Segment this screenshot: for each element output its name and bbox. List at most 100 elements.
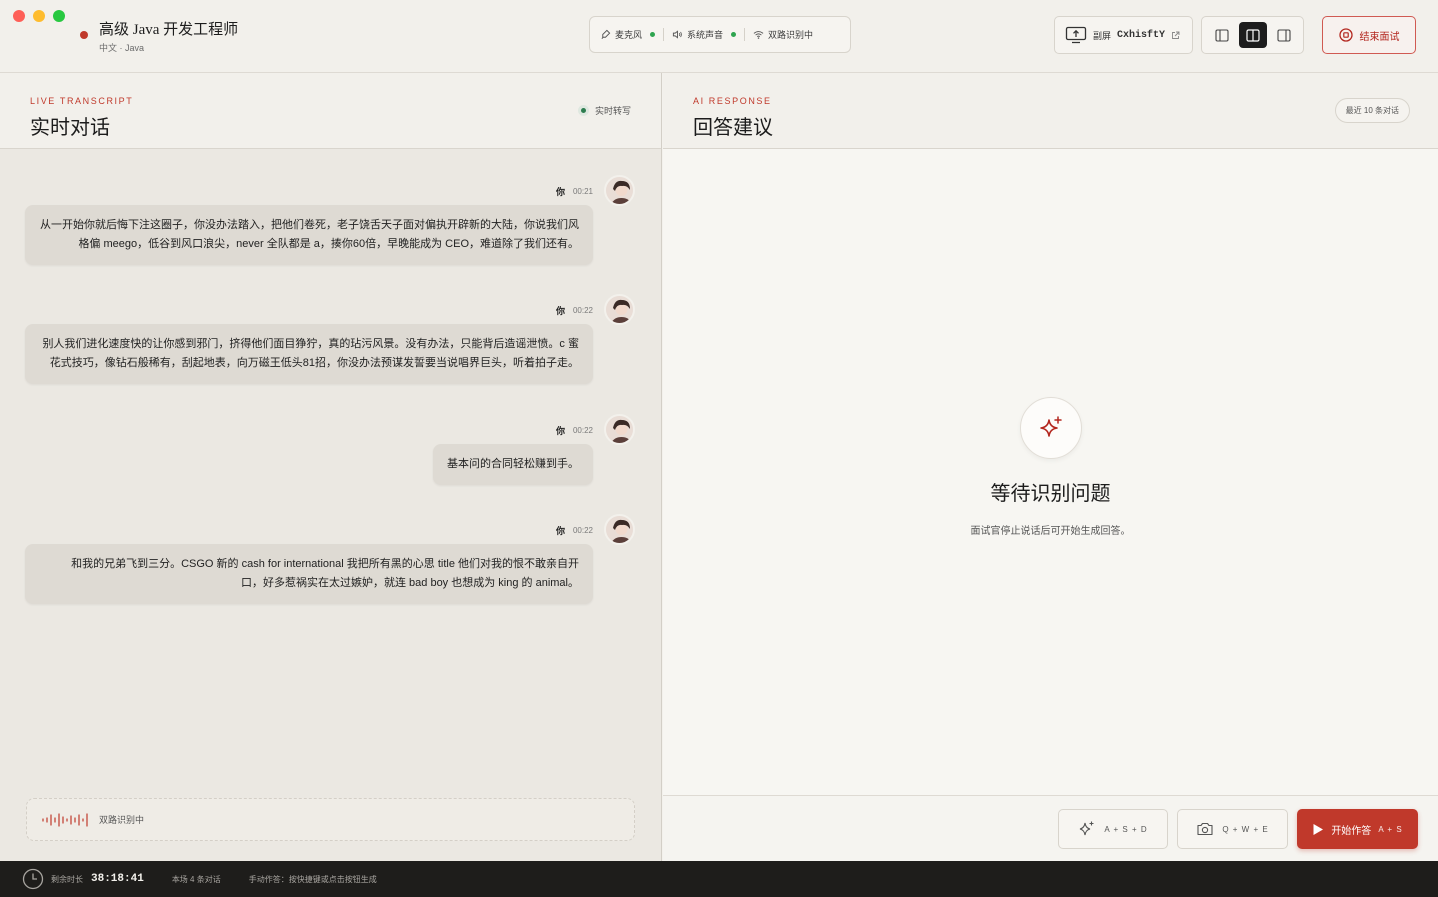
- start-answer-shortcut: A + S: [1378, 824, 1403, 834]
- user-avatar-icon: [606, 516, 633, 543]
- avatar[interactable]: [604, 294, 635, 325]
- play-icon: [1313, 823, 1324, 835]
- ai-response-title: 回答建议: [693, 117, 773, 139]
- message-speaker: 你: [555, 526, 565, 536]
- message-line: 别人我们进化速度快的让你感到邪门，挤得他们面目狰狞，真的玷污风景。没有办法，只能…: [42, 338, 579, 350]
- split-view-icon: [1245, 28, 1260, 42]
- message-bubble: 和我的兄弟飞到三分。CSGO 新的 cash for international…: [25, 544, 593, 604]
- remaining-timer: 38:18:41: [91, 873, 144, 885]
- ai-assist-button[interactable]: A + S + D: [1058, 809, 1168, 849]
- avatar[interactable]: [604, 414, 635, 445]
- remaining-label: 剩余时长: [51, 874, 83, 884]
- conversation-count: 本场 4 条对话: [171, 874, 221, 884]
- layout-right-panel-button[interactable]: [1270, 22, 1298, 48]
- screenshot-button[interactable]: Q + W + E: [1177, 809, 1288, 849]
- mic-status: 麦克风: [600, 28, 656, 41]
- message-meta: 你 00:21: [556, 185, 593, 198]
- transcript-title: 实时对话: [30, 117, 110, 139]
- ai-response-eyebrow: AI RESPONSE: [693, 96, 772, 106]
- start-answer-button[interactable]: 开始作答 A + S: [1297, 809, 1418, 849]
- audio-status-group: 麦克风 系统声音 双路识别中: [589, 16, 851, 53]
- message-line: 和我的兄弟飞到三分。CSGO 新的 cash for international…: [71, 558, 579, 570]
- message-line: 花式技巧，像钻石般稀有，刮起地表，向万磁王低头81招，你没办法预谋发誓要当说唱界…: [49, 357, 579, 369]
- title-bar: 高级 Java 开发工程师 中文 · Java 麦克风 系统声音 双路识别中 副…: [0, 0, 1438, 73]
- microphone-icon: [601, 29, 611, 39]
- message-time: 00:22: [572, 426, 593, 435]
- waiting-title: 等待识别问题: [990, 483, 1111, 505]
- sparkle-icon: [1080, 821, 1094, 836]
- sidebar-left-icon: [1214, 28, 1229, 42]
- avatar[interactable]: [604, 175, 635, 206]
- message-bubble: 别人我们进化速度快的让你感到邪门，挤得他们面目狰狞，真的玷污风景。没有办法，只能…: [25, 324, 593, 384]
- message-time: 00:22: [572, 306, 593, 315]
- recognition-bar: 双路识别中: [26, 798, 635, 841]
- live-transcribe-tag: 实时转写: [577, 104, 631, 117]
- message-line: 口，好多惹祸实在太过嫉妒，就连 bad boy 也想成为 king 的 anim…: [240, 577, 579, 589]
- message-meta: 你 00:22: [556, 424, 593, 437]
- user-avatar-icon: [606, 416, 633, 443]
- speaker-icon: [672, 30, 682, 39]
- end-interview-button[interactable]: 结束面试: [1322, 16, 1416, 54]
- sparkle-badge: [1020, 397, 1082, 459]
- stop-circle-icon: [1338, 28, 1353, 42]
- waiting-subtitle: 面试官停止说话后可开始生成回答。: [970, 526, 1131, 537]
- layout-switcher: [1201, 16, 1304, 54]
- transcript-panel: LIVE TRANSCRIPT 实时对话 实时转写 你 00:21 从一开始你就后悔…: [0, 73, 662, 861]
- wifi-icon: [753, 31, 764, 39]
- message-meta: 你 00:22: [556, 524, 593, 537]
- second-screen-button[interactable]: 副屏 CxhisftY: [1054, 16, 1193, 54]
- job-title: 高级 Java 开发工程师: [99, 22, 239, 38]
- system-audio-label: 系统声音: [687, 30, 724, 40]
- sparkle-icon: [1040, 416, 1062, 437]
- system-audio-live-dot: [731, 32, 737, 37]
- ai-response-header: AI RESPONSE 回答建议 最近 10 条对话: [663, 73, 1438, 149]
- ai-response-panel: AI RESPONSE 回答建议 最近 10 条对话 等待识别问题 面试官停止说…: [663, 73, 1438, 861]
- start-answer-label: 开始作答: [1331, 825, 1372, 837]
- message-speaker: 你: [555, 187, 565, 197]
- close-window-button[interactable]: [13, 10, 25, 22]
- user-avatar-icon: [606, 177, 633, 204]
- dual-recognition-label: 双路识别中: [768, 30, 814, 40]
- message-bubble: 基本问的合同轻松赚到手。: [433, 444, 593, 485]
- message-time: 00:22: [572, 526, 593, 535]
- minimize-window-button[interactable]: [33, 10, 45, 22]
- action-bar: A + S + D Q + W + E 开始作答 A + S: [663, 795, 1438, 861]
- waveform-icon: [42, 812, 88, 827]
- status-bar: 剩余时长 38:18:41 本场 4 条对话 手动作答：按快捷键或点击按钮生成: [0, 861, 1438, 897]
- live-transcribe-label: 实时转写: [594, 106, 631, 116]
- job-subtitle: 中文 · Java: [99, 43, 145, 53]
- recording-dot: [80, 31, 88, 39]
- message-line: 基本问的合同轻松赚到手。: [447, 458, 579, 470]
- message-speaker: 你: [555, 426, 565, 436]
- message-meta: 你 00:22: [556, 304, 593, 317]
- message-line: 格偏 meego，低谷到风口浪尖，never 全队都是 a，揍你60倍，早晚能成…: [78, 238, 579, 250]
- second-screen-label: 副屏: [1093, 30, 1112, 41]
- clock-icon: [22, 868, 44, 890]
- end-interview-label: 结束面试: [1359, 31, 1400, 43]
- external-link-icon: [1172, 31, 1180, 39]
- maximize-window-button[interactable]: [53, 10, 65, 22]
- layout-split-button[interactable]: [1238, 22, 1267, 48]
- monitor-upload-icon: [1065, 26, 1087, 44]
- transcript-eyebrow: LIVE TRANSCRIPT: [30, 96, 134, 106]
- message-line: 从一开始你就后悔下注这圈子，你没办法踏入，把他们卷死，老子饶舌天子面对偏执开辟新…: [40, 219, 579, 231]
- live-indicator-icon: [577, 105, 589, 116]
- transcript-header: LIVE TRANSCRIPT 实时对话 实时转写: [0, 73, 661, 149]
- ai-assist-shortcut: A + S + D: [1104, 824, 1148, 834]
- camera-icon: [1197, 822, 1213, 836]
- message-time: 00:21: [572, 187, 593, 196]
- screenshot-shortcut: Q + W + E: [1222, 824, 1269, 834]
- message-bubble: 从一开始你就后悔下注这圈子，你没办法踏入，把他们卷死，老子饶舌天子面对偏执开辟新…: [25, 205, 593, 265]
- layout-left-panel-button[interactable]: [1208, 22, 1236, 48]
- second-screen-code: CxhisftY: [1117, 29, 1166, 41]
- avatar[interactable]: [604, 514, 635, 545]
- system-audio-status: 系统声音: [672, 28, 737, 41]
- window-controls: [13, 10, 65, 22]
- manual-answer-hint: 手动作答：按快捷键或点击按钮生成: [248, 874, 377, 884]
- dual-recognition-status: 双路识别中: [753, 28, 813, 41]
- recent-conversations-tag[interactable]: 最近 10 条对话: [1334, 98, 1410, 123]
- recognition-label: 双路识别中: [99, 815, 145, 825]
- user-avatar-icon: [606, 296, 633, 323]
- mic-label: 麦克风: [615, 30, 643, 40]
- sidebar-right-icon: [1276, 28, 1291, 42]
